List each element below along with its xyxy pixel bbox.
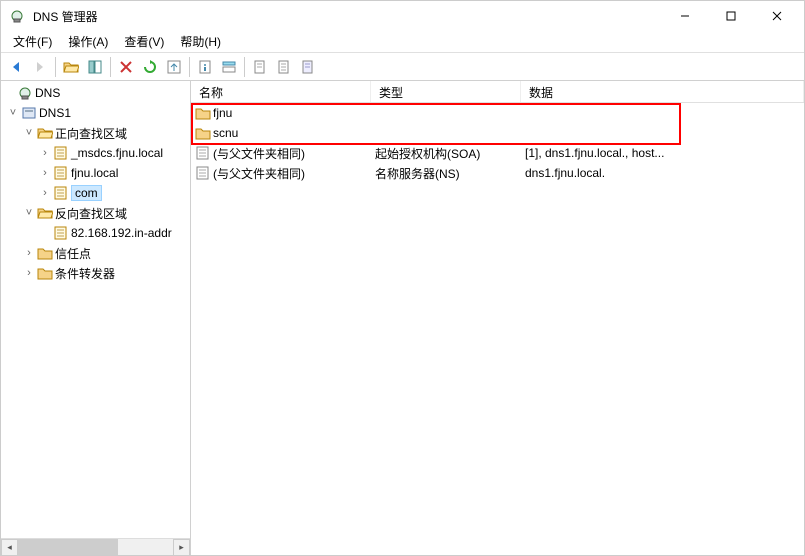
new-domain-button[interactable] [273, 56, 295, 78]
zone-file-icon [53, 225, 69, 241]
expand-toggle[interactable]: › [37, 147, 53, 159]
tree-pane: DNS ˅ DNS1 ˅ 正向查找区域 › _msdcs.fjnu.local … [1, 81, 191, 555]
column-header-data[interactable]: 数据 [521, 81, 804, 102]
cell-name: (与父文件夹相同) [213, 165, 305, 182]
refresh-button[interactable] [139, 56, 161, 78]
cell-data: dns1.fjnu.local. [521, 166, 804, 180]
expand-toggle[interactable]: ˅ [21, 207, 37, 219]
new-record-button[interactable] [249, 56, 271, 78]
toolbar [1, 53, 804, 81]
expand-toggle[interactable]: › [37, 187, 53, 199]
zone-file-icon [53, 185, 69, 201]
tree-label: fjnu.local [71, 166, 118, 180]
menu-action[interactable]: 操作(A) [60, 31, 116, 52]
app-icon [9, 8, 25, 24]
list-item[interactable]: scnu [191, 123, 804, 143]
folder-icon [195, 125, 211, 141]
expand-toggle[interactable]: › [21, 247, 37, 259]
tree-zone-fjnu[interactable]: › fjnu.local [1, 163, 190, 183]
tree-conditional-forwarders[interactable]: › 条件转发器 [1, 263, 190, 283]
cell-type: 名称服务器(NS) [371, 165, 521, 182]
tree-root-dns[interactable]: DNS [1, 83, 190, 103]
folder-icon [37, 245, 53, 261]
menu-bar: 文件(F) 操作(A) 查看(V) 帮助(H) [1, 31, 804, 53]
menu-help[interactable]: 帮助(H) [172, 31, 229, 52]
folder-open-icon [37, 205, 53, 221]
tree-label: DNS1 [39, 106, 71, 120]
export-button[interactable] [163, 56, 185, 78]
delete-button[interactable] [115, 56, 137, 78]
record-icon [195, 165, 211, 181]
expand-toggle[interactable]: ˅ [21, 127, 37, 139]
zone-file-icon [53, 145, 69, 161]
tree-reverse-zones[interactable]: ˅ 反向查找区域 [1, 203, 190, 223]
cell-name: scnu [213, 126, 238, 140]
tree-zone-msdcs[interactable]: › _msdcs.fjnu.local [1, 143, 190, 163]
tree-label-selected: com [71, 185, 102, 201]
server-icon [21, 105, 37, 121]
tree-server[interactable]: ˅ DNS1 [1, 103, 190, 123]
scroll-thumb[interactable] [18, 539, 118, 555]
folder-icon [195, 105, 211, 121]
list-item[interactable]: (与父文件夹相同) 名称服务器(NS) dns1.fjnu.local. [191, 163, 804, 183]
cell-type: 起始授权机构(SOA) [371, 145, 521, 162]
tree-horizontal-scrollbar[interactable]: ◂ ▸ [1, 538, 190, 555]
folder-icon [37, 265, 53, 281]
tree-label: 正向查找区域 [55, 125, 127, 142]
menu-file[interactable]: 文件(F) [5, 31, 60, 52]
up-button[interactable] [60, 56, 82, 78]
scroll-right-arrow[interactable]: ▸ [173, 539, 190, 555]
tree-label: 82.168.192.in-addr [71, 226, 172, 240]
window-title: DNS 管理器 [33, 8, 98, 25]
expand-toggle[interactable]: › [21, 267, 37, 279]
tree-zone-reverse1[interactable]: 82.168.192.in-addr [1, 223, 190, 243]
list-body: fjnu scnu (与父文件夹相同) 起始授权机构(SOA) [191, 103, 804, 555]
cell-data: [1], dns1.fjnu.local., host... [521, 146, 804, 160]
column-header-name[interactable]: 名称 [191, 81, 371, 102]
list-header: 名称 类型 数据 [191, 81, 804, 103]
record-icon [195, 145, 211, 161]
tree-label: 信任点 [55, 245, 91, 262]
tree-zone-com[interactable]: › com [1, 183, 190, 203]
scroll-left-arrow[interactable]: ◂ [1, 539, 18, 555]
column-header-type[interactable]: 类型 [371, 81, 521, 102]
tree-label: _msdcs.fjnu.local [71, 146, 163, 160]
tree-forward-zones[interactable]: ˅ 正向查找区域 [1, 123, 190, 143]
cell-name: fjnu [213, 106, 232, 120]
new-delegation-button[interactable] [297, 56, 319, 78]
folder-open-icon [37, 125, 53, 141]
show-hide-tree-button[interactable] [84, 56, 106, 78]
tree-trust-points[interactable]: › 信任点 [1, 243, 190, 263]
tree-label: 反向查找区域 [55, 205, 127, 222]
title-bar: DNS 管理器 [1, 1, 804, 31]
expand-toggle[interactable]: › [37, 167, 53, 179]
cell-name: (与父文件夹相同) [213, 145, 305, 162]
minimize-button[interactable] [662, 1, 708, 31]
expand-toggle[interactable]: ˅ [5, 107, 21, 119]
tree-label: 条件转发器 [55, 265, 115, 282]
close-button[interactable] [754, 1, 800, 31]
back-button[interactable] [5, 56, 27, 78]
dns-icon [17, 85, 33, 101]
list-item[interactable]: fjnu [191, 103, 804, 123]
properties-button[interactable] [194, 56, 216, 78]
list-pane: 名称 类型 数据 fjnu scnu [191, 81, 804, 555]
zone-file-icon [53, 165, 69, 181]
filter-button[interactable] [218, 56, 240, 78]
tree-label: DNS [35, 86, 60, 100]
maximize-button[interactable] [708, 1, 754, 31]
menu-view[interactable]: 查看(V) [116, 31, 172, 52]
forward-button[interactable] [29, 56, 51, 78]
list-item[interactable]: (与父文件夹相同) 起始授权机构(SOA) [1], dns1.fjnu.loc… [191, 143, 804, 163]
